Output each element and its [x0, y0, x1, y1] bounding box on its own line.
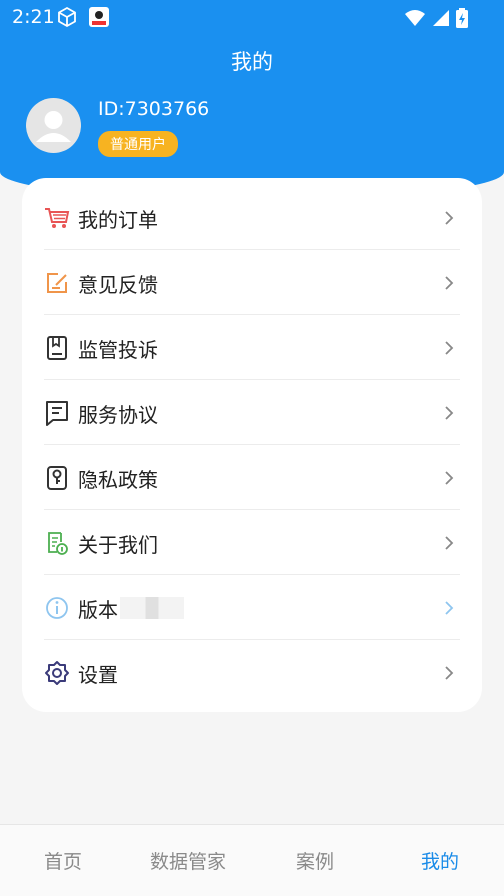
chevron-right-icon — [445, 666, 454, 680]
chevron-right-icon — [445, 341, 454, 355]
avatar[interactable] — [26, 98, 81, 153]
divider — [44, 314, 460, 315]
shopping-cart-icon — [44, 205, 70, 231]
menu-item-complaint[interactable]: 监管投诉 — [44, 316, 460, 380]
cube-icon — [56, 6, 78, 32]
user-level-badge: 普通用户 — [98, 131, 178, 157]
menu-item-privacy-policy[interactable]: 隐私政策 — [44, 446, 460, 510]
user-id: ID:7303766 — [98, 98, 210, 120]
chevron-right-icon — [445, 211, 454, 225]
page-title: 我的 — [231, 50, 273, 74]
chevron-right-icon — [445, 536, 454, 550]
menu-item-feedback[interactable]: 意见反馈 — [44, 251, 460, 315]
menu-item-service-agreement[interactable]: 服务协议 — [44, 381, 460, 445]
menu-item-orders[interactable]: 我的订单 — [44, 186, 460, 250]
divider — [44, 249, 460, 250]
document-lines-icon — [44, 400, 70, 426]
menu-item-label: 版本 — [78, 597, 118, 622]
user-avatar-icon — [36, 111, 71, 142]
chevron-right-icon — [445, 471, 454, 485]
menu-item-settings[interactable]: 设置 — [44, 641, 460, 705]
battery-icon — [456, 8, 468, 32]
status-time: 2:21 — [12, 6, 55, 28]
signal-icon — [432, 9, 450, 31]
menu-item-about-us[interactable]: 关于我们 — [44, 511, 460, 575]
tab-home[interactable]: 首页 — [44, 847, 82, 874]
chevron-right-icon — [445, 406, 454, 420]
key-lock-icon — [44, 465, 70, 491]
menu-item-label: 监管投诉 — [78, 337, 158, 362]
divider — [44, 574, 460, 575]
menu-item-label: 设置 — [78, 662, 118, 687]
chevron-right-icon — [445, 601, 454, 615]
menu-item-label: 服务协议 — [78, 402, 158, 427]
menu-card: 我的订单 意见反馈 监管投诉 服务协议 隐私政策 关于我们 版本 设置 — [22, 178, 482, 712]
version-number-redacted — [120, 597, 184, 619]
menu-item-label: 关于我们 — [78, 532, 158, 557]
bottom-tab-bar: 首页 数据管家 案例 我的 — [0, 824, 504, 896]
bookmark-book-icon — [44, 335, 70, 361]
divider — [44, 444, 460, 445]
menu-item-version[interactable]: 版本 — [44, 576, 460, 640]
version-info-icon — [44, 595, 70, 621]
gear-icon — [44, 660, 70, 686]
divider — [44, 639, 460, 640]
divider — [44, 379, 460, 380]
chevron-right-icon — [445, 276, 454, 290]
wifi-icon — [404, 9, 426, 31]
status-bar: 2:21 — [0, 0, 504, 34]
tab-data-manager[interactable]: 数据管家 — [150, 847, 226, 874]
menu-item-label: 意见反馈 — [78, 272, 158, 297]
menu-item-label: 隐私政策 — [78, 467, 158, 492]
tab-cases[interactable]: 案例 — [296, 847, 334, 874]
feedback-edit-icon — [44, 270, 70, 296]
menu-item-label: 我的订单 — [78, 207, 158, 232]
divider — [44, 509, 460, 510]
info-doc-icon — [44, 530, 70, 556]
tab-mine[interactable]: 我的 — [421, 847, 459, 874]
app-notification-icon — [88, 6, 110, 32]
